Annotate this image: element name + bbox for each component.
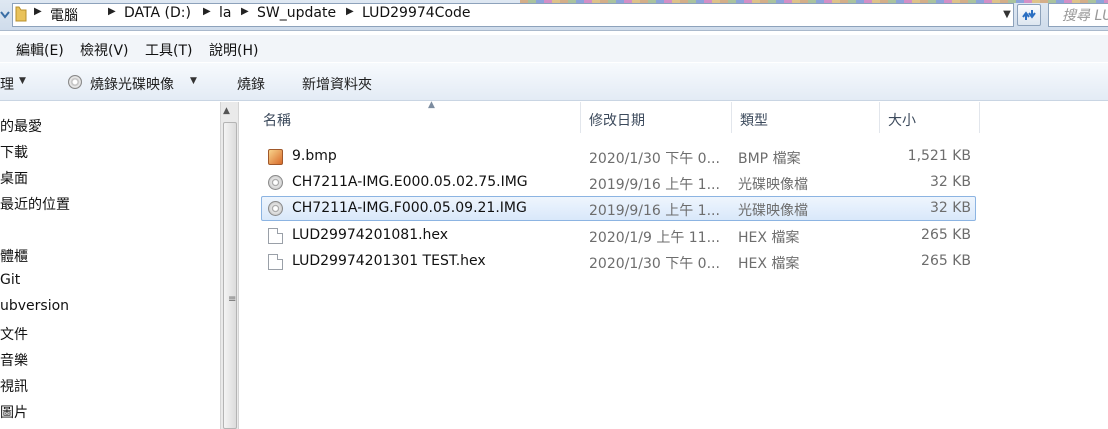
column-header-type[interactable]: 類型 <box>732 102 880 133</box>
nav-item-pictures[interactable]: 圖片 <box>0 402 28 422</box>
nav-item-recent-places[interactable]: 最近的位置 <box>0 194 70 214</box>
file-date: 2019/9/16 上午 1... <box>589 203 720 219</box>
column-header-size-label: 大小 <box>888 113 916 129</box>
menu-tools[interactable]: 工具(T) <box>145 40 192 60</box>
column-header-type-label: 類型 <box>740 113 768 129</box>
organize-dropdown-icon[interactable]: ▼ <box>19 76 26 86</box>
disc-image-icon <box>268 201 283 216</box>
file-row-selected[interactable]: CH7211A-IMG.F000.05.09.21.IMG 2019/9/16 … <box>261 196 976 221</box>
address-bar-row: ▶ 電腦 ▶ DATA (D:) ▶ la ▶ SW_update ▶ LUD2… <box>0 0 1108 31</box>
organize-button[interactable]: 理 <box>0 74 14 94</box>
column-header-date-label: 修改日期 <box>589 113 645 129</box>
sort-ascending-icon: ▲ <box>428 100 435 110</box>
breadcrumb-sw-update[interactable]: SW_update <box>257 5 336 21</box>
file-type: 光碟映像檔 <box>738 203 808 219</box>
folder-icon <box>15 6 27 22</box>
file-size: 265 KB <box>921 227 971 243</box>
file-name: CH7211A-IMG.E000.05.02.75.IMG <box>292 174 528 190</box>
refresh-button[interactable] <box>1017 4 1041 26</box>
navigation-pane: 的最愛 下載 桌面 最近的位置 體櫃 Git ubversion 文件 音樂 視… <box>0 102 220 429</box>
breadcrumb-la[interactable]: la <box>219 5 231 21</box>
file-list: 名稱 ▲ 修改日期 類型 大小 9.bmp 2020/1/30 下午 0... … <box>240 100 1108 429</box>
column-header-name-label: 名稱 <box>263 113 291 129</box>
grip-icon: ≡ <box>228 294 237 305</box>
burn-button[interactable]: 燒錄 <box>237 74 265 94</box>
file-date: 2019/9/16 上午 1... <box>589 177 720 193</box>
file-row[interactable]: 9.bmp 2020/1/30 下午 0... BMP 檔案 1,521 KB <box>261 144 976 169</box>
column-header-name[interactable]: 名稱 ▲ <box>255 100 581 133</box>
file-size: 265 KB <box>921 253 971 269</box>
nav-item-libraries[interactable]: 體櫃 <box>0 246 28 266</box>
nav-scrollbar[interactable]: ▲ ≡ <box>220 102 239 429</box>
breadcrumb-separator-icon[interactable]: ▶ <box>34 6 42 17</box>
file-date: 2020/1/30 下午 0... <box>589 256 720 272</box>
file-type: BMP 檔案 <box>738 151 801 167</box>
file-name: LUD29974201301 TEST.hex <box>292 253 486 269</box>
nav-item-videos[interactable]: 視訊 <box>0 376 28 396</box>
new-folder-button[interactable]: 新增資料夾 <box>302 74 372 94</box>
nav-item-music[interactable]: 音樂 <box>0 350 28 370</box>
disc-image-icon <box>68 75 82 89</box>
menu-edit[interactable]: 編輯(E) <box>16 40 64 60</box>
nav-item-subversion[interactable]: ubversion <box>0 298 69 314</box>
document-icon <box>268 254 283 270</box>
burn-image-dropdown-icon[interactable]: ▼ <box>190 76 197 86</box>
refresh-icon <box>1022 10 1036 20</box>
nav-scrollbar-thumb[interactable]: ≡ <box>223 122 237 429</box>
nav-item-favorites[interactable]: 的最愛 <box>0 116 42 136</box>
file-date: 2020/1/30 下午 0... <box>589 151 720 167</box>
file-name: 9.bmp <box>292 148 337 164</box>
breadcrumb-separator-icon[interactable]: ▶ <box>203 6 211 17</box>
breadcrumb-drive[interactable]: DATA (D:) <box>124 5 191 21</box>
menu-view[interactable]: 檢視(V) <box>80 40 129 60</box>
disc-image-icon <box>268 175 283 190</box>
file-size: 1,521 KB <box>907 148 971 164</box>
file-type: 光碟映像檔 <box>738 177 808 193</box>
nav-item-downloads[interactable]: 下載 <box>0 142 28 162</box>
breadcrumb-separator-icon[interactable]: ▶ <box>108 6 116 17</box>
menu-bar: 編輯(E) 檢視(V) 工具(T) 說明(H) <box>0 35 1108 62</box>
burn-disc-image-button[interactable]: 燒錄光碟映像 <box>90 74 174 94</box>
file-type: HEX 檔案 <box>738 230 800 246</box>
command-toolbar: 理 ▼ 燒錄光碟映像 ▼ 燒錄 新增資料夾 <box>0 63 1108 101</box>
breadcrumb-computer[interactable]: 電腦 <box>50 5 78 25</box>
nav-item-desktop[interactable]: 桌面 <box>0 168 28 188</box>
file-name: LUD29974201081.hex <box>292 227 449 243</box>
breadcrumb-separator-icon[interactable]: ▶ <box>241 6 249 17</box>
back-history-icon[interactable] <box>0 8 10 22</box>
nav-item-documents[interactable]: 文件 <box>0 324 28 344</box>
file-type: HEX 檔案 <box>738 256 800 272</box>
breadcrumb-separator-icon[interactable]: ▶ <box>346 6 354 17</box>
address-dropdown-icon[interactable]: ▼ <box>1000 5 1014 25</box>
file-row[interactable]: CH7211A-IMG.E000.05.02.75.IMG 2019/9/16 … <box>261 170 976 195</box>
file-date: 2020/1/9 上午 11... <box>589 230 720 246</box>
breadcrumb-current-folder[interactable]: LUD29974Code <box>362 5 471 21</box>
file-name: CH7211A-IMG.F000.05.09.21.IMG <box>292 200 527 216</box>
search-placeholder: 搜尋 LU <box>1062 8 1108 24</box>
file-size: 32 KB <box>929 200 971 216</box>
column-header-size[interactable]: 大小 <box>880 102 980 133</box>
scroll-up-icon[interactable]: ▲ <box>223 106 230 116</box>
nav-item-git[interactable]: Git <box>0 272 20 288</box>
bmp-file-icon <box>268 149 283 165</box>
column-header-date[interactable]: 修改日期 <box>581 102 732 133</box>
document-icon <box>268 228 283 244</box>
file-size: 32 KB <box>929 174 971 190</box>
file-row[interactable]: LUD29974201301 TEST.hex 2020/1/30 下午 0..… <box>261 249 976 274</box>
file-row[interactable]: LUD29974201081.hex 2020/1/9 上午 11... HEX… <box>261 223 976 248</box>
menu-help[interactable]: 說明(H) <box>209 40 258 60</box>
